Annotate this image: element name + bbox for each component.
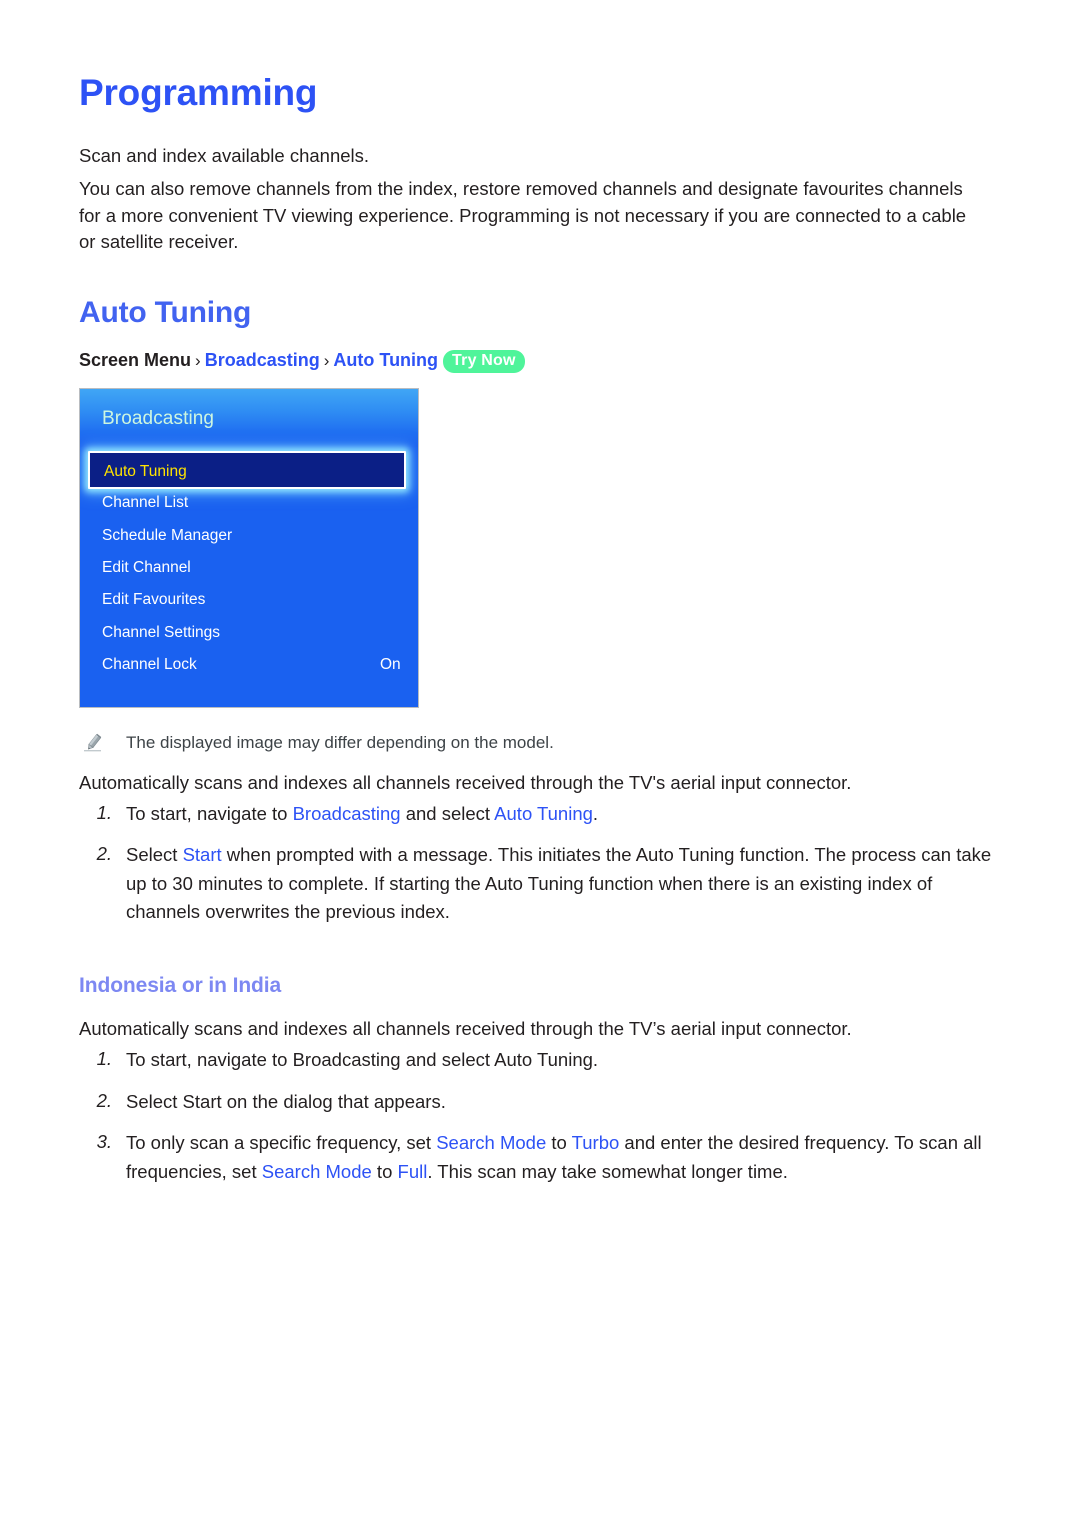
intro-paragraph-2: You can also remove channels from the in…: [79, 178, 967, 252]
try-now-badge[interactable]: Try Now: [443, 350, 525, 373]
list-text: To start, navigate to Broadcasting and s…: [126, 800, 1006, 829]
inline-text: Select: [126, 844, 183, 865]
tv-menu-item-label: Channel List: [102, 494, 189, 511]
breadcrumb-item-broadcasting[interactable]: Broadcasting: [205, 350, 320, 370]
tv-menu-item-value: On: [380, 656, 401, 673]
tv-menu-item-label: Edit Favourites: [102, 591, 206, 608]
note-text: The displayed image may differ depending…: [126, 733, 554, 752]
inline-text: Select Start on the dialog that appears.: [126, 1091, 446, 1112]
inline-text: To start, navigate to Broadcasting and s…: [126, 1049, 599, 1070]
tv-menu-header-title: Broadcasting: [102, 408, 215, 429]
inline-highlight: Auto Tuning: [494, 803, 593, 824]
pencil-icon: [82, 732, 104, 754]
inline-highlight: Search Mode: [436, 1132, 547, 1153]
inline-highlight: Turbo: [571, 1132, 620, 1153]
inline-text: and select: [400, 803, 495, 824]
tv-menu-item-channel-lock[interactable]: Channel Lock On: [102, 655, 401, 674]
page-title: Programming: [79, 72, 318, 113]
tv-menu-item-channel-settings[interactable]: Channel Settings: [102, 623, 220, 642]
tv-menu-item-edit-favourites[interactable]: Edit Favourites: [102, 590, 205, 609]
subsection-heading-indonesia-india: Indonesia or in India: [79, 974, 282, 997]
breadcrumb-separator-2: ›: [323, 351, 330, 370]
tv-menu-header: Broadcasting: [80, 389, 418, 447]
inline-text: . This scan may take somewhat longer tim…: [427, 1160, 788, 1182]
list-number: 1.: [96, 1048, 112, 1069]
breadcrumb: Screen Menu › Broadcasting › Auto Tuning Try …: [79, 347, 525, 374]
tv-menu-item-label: Channel Lock: [102, 656, 197, 673]
list-number: 2.: [96, 843, 112, 864]
list-text: Select Start on the dialog that appears.: [126, 1088, 1006, 1117]
document-page: Programming Scan and index available cha…: [0, 0, 1080, 1527]
inline-highlight: Broadcasting: [292, 803, 401, 824]
inline-text: to: [371, 1160, 398, 1182]
tv-menu-item-auto-tuning[interactable]: Auto Tuning: [88, 451, 406, 489]
inline-highlight: Search Mode: [261, 1160, 372, 1182]
inline-text: .: [592, 803, 599, 824]
tv-menu-panel: Broadcasting Auto Tuning Channel List Sc…: [79, 388, 419, 708]
inline-text: To only scan a specific frequency, set: [126, 1132, 437, 1153]
tv-menu-item-label: Auto Tuning: [104, 463, 187, 480]
section-heading-auto-tuning: Auto Tuning: [79, 296, 252, 329]
intro-paragraph-1: Scan and index available channels.: [79, 145, 370, 166]
breadcrumb-item-auto-tuning[interactable]: Auto Tuning: [333, 350, 438, 370]
list-number: 3.: [96, 1131, 112, 1152]
tv-menu-item-label: Schedule Manager: [102, 527, 233, 544]
inline-text: when prompted with a message. This initi…: [126, 844, 992, 922]
list-text: To start, navigate to Broadcasting and s…: [126, 1046, 1006, 1075]
list-number: 2.: [96, 1090, 112, 1111]
inline-highlight: Start: [182, 844, 222, 865]
breadcrumb-separator-1: ›: [195, 351, 201, 370]
tv-menu-item-label: Channel Settings: [102, 624, 221, 641]
tv-menu-list: Auto Tuning Channel List Schedule Manage…: [80, 447, 418, 707]
inline-highlight: Full: [397, 1160, 428, 1182]
inline-text: to: [546, 1132, 572, 1153]
list-text: To only scan a specific frequency, set S…: [126, 1129, 1006, 1186]
tv-menu-item-channel-list[interactable]: Channel List: [102, 493, 188, 512]
list-text: Select Start when prompted with a messag…: [126, 841, 1006, 927]
india-lead: Automatically scans and indexes all chan…: [79, 1018, 852, 1039]
tv-menu-item-schedule-manager[interactable]: Schedule Manager: [102, 526, 232, 545]
auto-tuning-lead: Automatically scans and indexes all chan…: [79, 772, 852, 793]
tv-menu-item-label: Edit Channel: [102, 559, 191, 576]
list-number: 1.: [96, 802, 112, 823]
tv-menu-item-edit-channel[interactable]: Edit Channel: [102, 558, 191, 577]
breadcrumb-root: Screen Menu: [79, 350, 192, 370]
inline-text: To start, navigate to: [126, 803, 293, 824]
